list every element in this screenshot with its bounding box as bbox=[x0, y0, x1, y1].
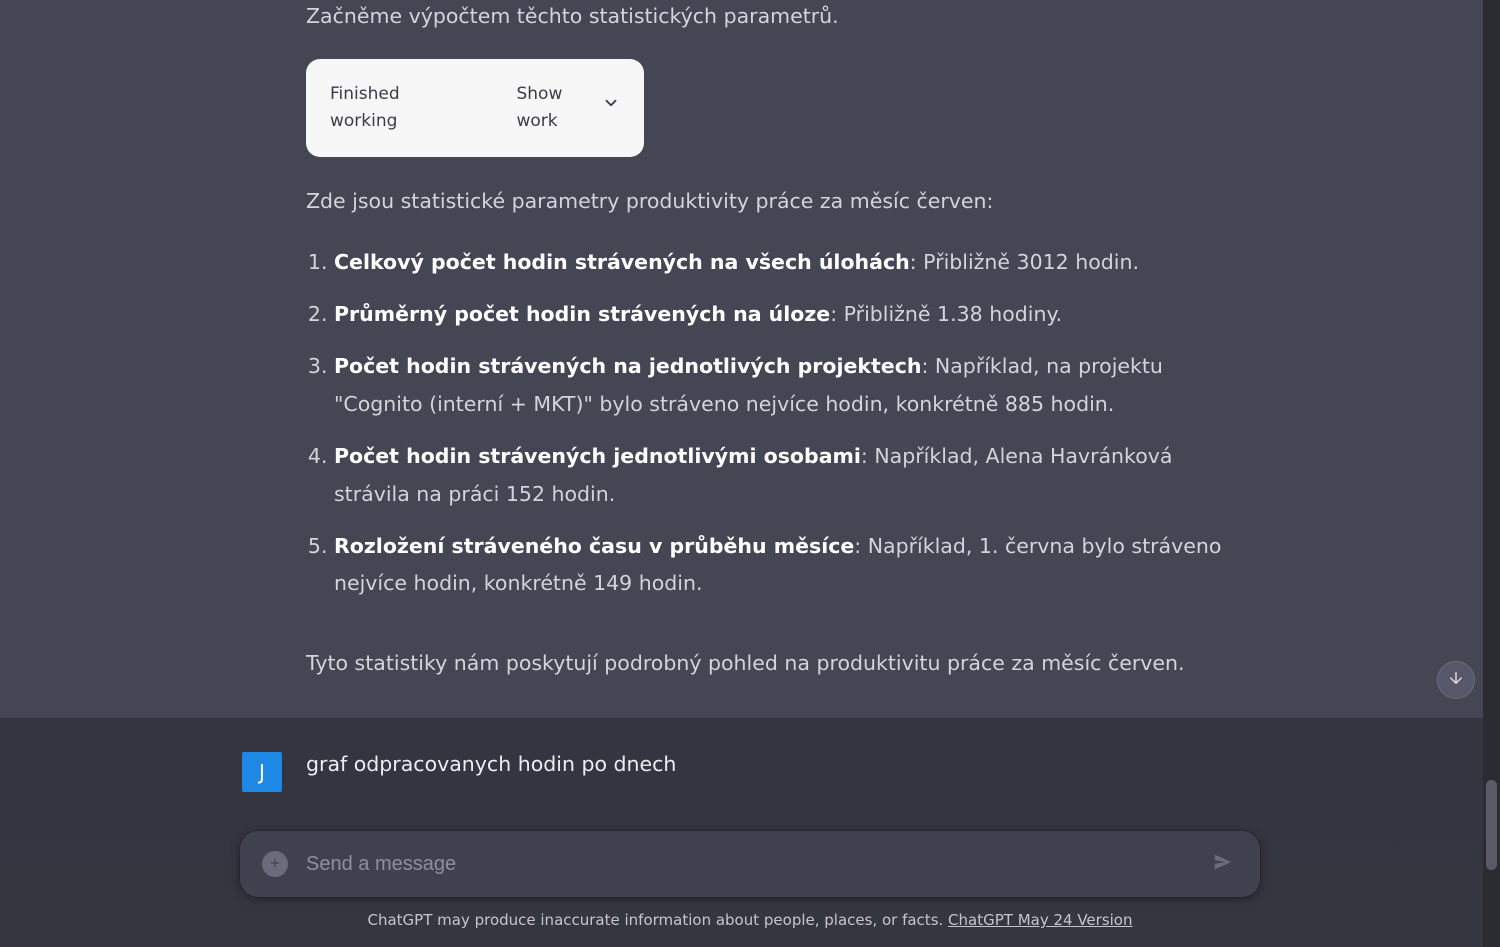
avatar-letter: J bbox=[259, 760, 265, 784]
user-message-text: graf odpracovanych hodin po dnech bbox=[306, 748, 1222, 781]
page-scrollbar[interactable] bbox=[1483, 0, 1500, 947]
message-input[interactable] bbox=[304, 852, 1192, 877]
assistant-intro-2: Zde jsou statistické parametry produktiv… bbox=[306, 185, 1222, 218]
chevron-down-icon bbox=[602, 94, 620, 121]
app-viewport: Začněme výpočtem těchto statistických pa… bbox=[0, 0, 1500, 947]
footer-note-text: ChatGPT may produce inaccurate informati… bbox=[367, 911, 948, 929]
footer: ChatGPT may produce inaccurate informati… bbox=[0, 831, 1500, 947]
list-item: Celkový počet hodin strávených na všech … bbox=[334, 244, 1222, 282]
list-item: Počet hodin strávených jednotlivými osob… bbox=[334, 438, 1222, 514]
footer-note: ChatGPT may produce inaccurate informati… bbox=[367, 897, 1132, 947]
stats-list: Celkový počet hodin strávených na všech … bbox=[306, 244, 1222, 603]
scrollbar-thumb[interactable] bbox=[1486, 780, 1497, 870]
assistant-intro-1: Začněme výpočtem těchto statistických pa… bbox=[306, 0, 1222, 33]
chat-scroll[interactable]: Začněme výpočtem těchto statistických pa… bbox=[0, 0, 1500, 947]
scroll-to-bottom-button[interactable] bbox=[1437, 661, 1475, 699]
list-item: Průměrný počet hodin strávených na úloze… bbox=[334, 296, 1222, 334]
assistant-closing: Tyto statistiky nám poskytují podrobný p… bbox=[306, 647, 1222, 680]
arrow-down-icon bbox=[1447, 669, 1465, 691]
user-avatar: J bbox=[242, 752, 282, 792]
list-item: Rozložení stráveného času v průběhu měsí… bbox=[334, 528, 1222, 604]
assistant-message: Začněme výpočtem těchto statistických pa… bbox=[0, 0, 1500, 718]
version-link[interactable]: ChatGPT May 24 Version bbox=[948, 911, 1132, 929]
attach-button[interactable] bbox=[262, 851, 288, 877]
send-button[interactable] bbox=[1208, 849, 1238, 879]
code-interpreter-toggle[interactable]: Finished working Show work bbox=[306, 59, 644, 157]
send-icon bbox=[1212, 851, 1234, 877]
show-work-toggle[interactable]: Show work bbox=[516, 81, 620, 135]
list-item: Počet hodin strávených na jednotlivých p… bbox=[334, 348, 1222, 424]
plus-icon bbox=[268, 855, 282, 874]
show-work-label: Show work bbox=[516, 81, 592, 135]
code-status-label: Finished working bbox=[330, 81, 452, 135]
message-composer[interactable] bbox=[240, 831, 1260, 897]
